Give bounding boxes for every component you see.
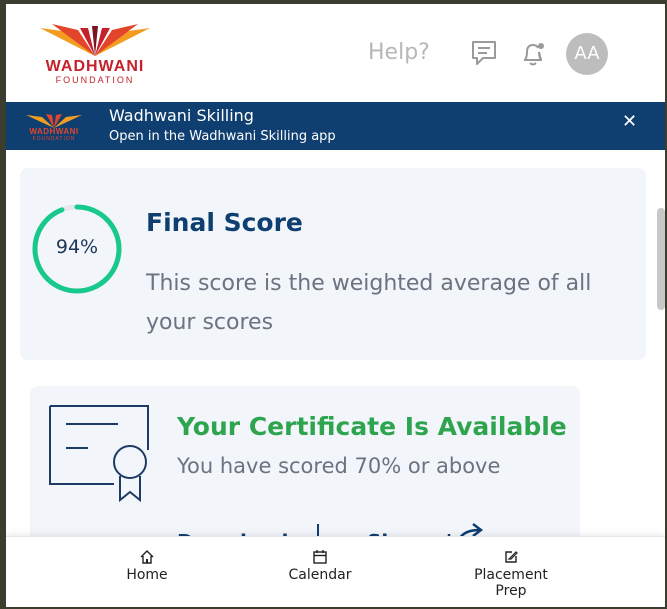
bell-icon [524,43,544,66]
vertical-scrollbar[interactable] [657,208,665,310]
app-window: WADHWANI FOUNDATION Help? AA WADHWANI FO… [6,4,665,607]
bottom-navigation: Home Calendar Placement Prep [6,536,665,607]
close-icon[interactable]: ✕ [622,111,637,132]
notifications-button[interactable] [518,38,548,68]
logo-subtitle: FOUNDATION [55,75,135,85]
nav-calendar[interactable]: Calendar [284,549,356,583]
banner-logo-name: WADHWANI [29,127,79,136]
banner-subtitle: Open in the Wadhwani Skilling app [109,129,336,144]
nav-home[interactable]: Home [122,549,172,583]
app-install-banner[interactable]: WADHWANI FOUNDATION Wadhwani Skilling Op… [6,102,665,150]
chat-button[interactable] [469,38,499,68]
nav-placement-prep[interactable]: Placement Prep [468,549,554,599]
nav-placement-label-line2: Prep [495,583,527,599]
certificate-subtitle: You have scored 70% or above [177,454,501,478]
banner-logo: WADHWANI FOUNDATION [22,112,86,142]
nav-calendar-label: Calendar [288,567,352,583]
certificate-title: Your Certificate Is Available [177,412,567,441]
help-link[interactable]: Help? [368,40,430,65]
banner-title: Wadhwani Skilling [109,106,254,125]
final-score-card: 94% Final Score This score is the weight… [20,168,646,360]
top-header: WADHWANI FOUNDATION Help? AA [6,4,665,102]
calendar-icon [313,550,327,564]
user-avatar[interactable]: AA [566,33,608,75]
wadhwani-wings-icon [40,24,150,56]
score-percent: 94% [55,236,99,258]
edit-icon [505,551,518,563]
score-title: Final Score [146,208,303,237]
banner-logo-subtitle: FOUNDATION [32,136,76,142]
score-description: This score is the weighted average of al… [146,271,592,335]
wadhwani-logo[interactable]: WADHWANI FOUNDATION [30,22,160,86]
home-icon [140,550,154,564]
certificate-icon [49,405,149,503]
logo-name: WADHWANI [45,58,145,75]
nav-home-label: Home [126,567,168,583]
chat-icon [472,41,496,65]
nav-placement-label-line1: Placement [474,567,548,583]
